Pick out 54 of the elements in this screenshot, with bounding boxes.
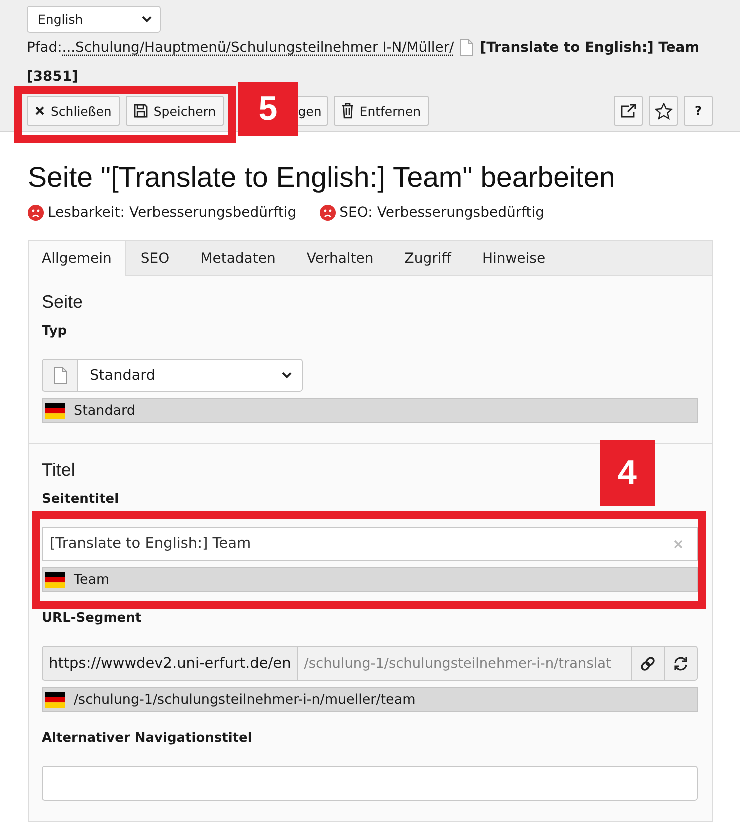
field-label: Alternativer Navigationstitel [42, 730, 252, 748]
bookmark-button[interactable] [649, 96, 678, 126]
source-text: Team [74, 572, 110, 588]
refresh-button[interactable] [665, 646, 698, 681]
source-text: Standard [74, 402, 136, 418]
close-icon [35, 106, 45, 116]
callout-number: 4 [600, 440, 655, 506]
help-button[interactable]: ? [684, 96, 713, 126]
chevron-down-icon [282, 372, 292, 379]
tab[interactable]: Zugriff [390, 241, 468, 276]
field-label: URL-Segment [42, 610, 142, 628]
tab[interactable]: SEO [126, 241, 186, 276]
language-select[interactable]: English [27, 6, 161, 33]
field-label: Typ [42, 323, 68, 341]
refresh-icon [673, 656, 689, 672]
url-segment-input[interactable]: /schulung-1/schulungsteilnehmer-i-n/translat [298, 646, 632, 681]
trash-icon [342, 103, 354, 119]
input-field[interactable] [42, 766, 698, 801]
flag-icon [45, 572, 65, 588]
section-title: Titel [42, 460, 76, 480]
field-label: Seitentitel [42, 491, 120, 509]
text-input[interactable]: [Translate to English:] Team [42, 527, 698, 561]
toggle-edit-button[interactable] [632, 646, 665, 681]
save-button[interactable]: Speichern [126, 96, 224, 126]
tab[interactable]: Metadaten [186, 241, 292, 276]
page-heading: Seite "[Translate to English:] Team" bearbeiten [28, 161, 616, 196]
flag-icon [45, 402, 65, 418]
star-icon [654, 102, 672, 120]
page-icon [54, 367, 66, 384]
tab[interactable]: Hinweise [467, 241, 562, 276]
section-title: Seite [42, 292, 84, 312]
page-id: [3851] [27, 68, 78, 87]
close-button[interactable]: Schließen [27, 96, 120, 126]
tab[interactable]: Allgemein [29, 241, 126, 276]
chevron-down-icon [142, 16, 152, 23]
page-title: [Translate to English:] Team [480, 40, 700, 56]
rating-text: SEO: Verbesserungsbedürftig [340, 205, 545, 221]
link-icon [640, 656, 656, 672]
sad-face-icon [320, 205, 336, 221]
sad-face-icon [28, 205, 44, 221]
page-type-select[interactable]: Standard [78, 359, 303, 392]
tab[interactable]: Verhalten [292, 241, 390, 276]
open-in-new-window-button[interactable] [614, 96, 643, 126]
source-text: /schulung-1/schulungsteilnehmer-i-n/mueller/team [74, 692, 416, 708]
breadcrumb-link[interactable]: ...Schulung/Hauptmenü/Schulungsteilnehmer I-N/Müller/ [62, 40, 454, 56]
external-link-icon [620, 104, 636, 118]
path-label: Pfad: [27, 40, 62, 56]
toolbar-button[interactable]: gen [298, 96, 328, 126]
page-icon [460, 39, 474, 56]
callout-number: 5 [238, 82, 298, 136]
url-prefix: https://wwwdev2.uni-erfurt.de/en [42, 646, 298, 681]
flag-icon [45, 692, 65, 708]
delete-button[interactable]: Entfernen [334, 96, 430, 126]
rating-text: Lesbarkeit: Verbesserungsbedürftig [48, 205, 297, 221]
